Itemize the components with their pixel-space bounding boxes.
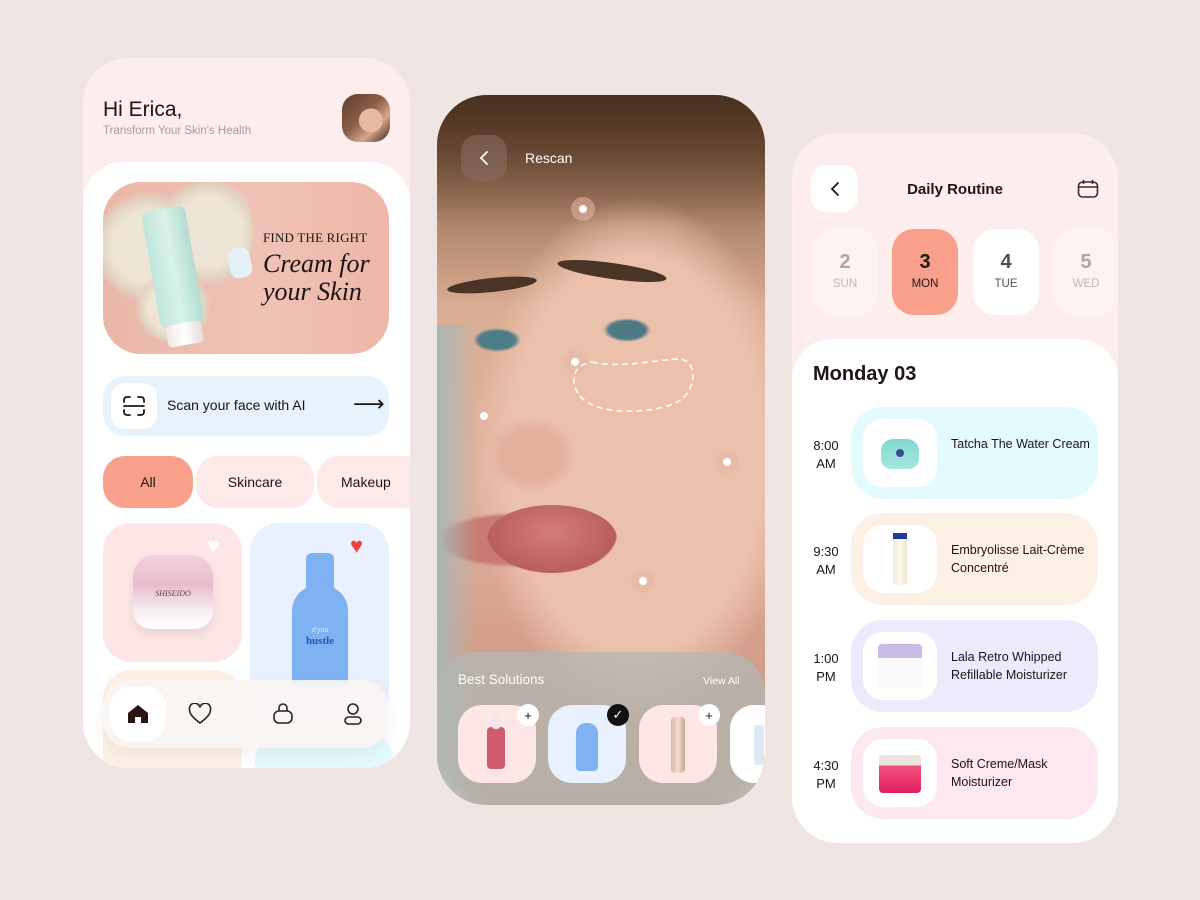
promo-banner[interactable]: FIND THE RIGHT Cream for your Skin <box>103 182 389 354</box>
day-label: TUE <box>994 278 1018 290</box>
scan-face-button[interactable]: Scan your face with AI ⟶ <box>103 376 389 436</box>
bag-icon <box>273 703 293 724</box>
home-icon <box>128 705 148 723</box>
dropper-cap <box>492 715 500 729</box>
day-number: 5 <box>1080 251 1092 273</box>
routine-time: 1:00 PM <box>813 651 839 684</box>
view-all-link[interactable]: View All <box>703 675 740 687</box>
photo-lips <box>487 505 617 573</box>
photo-brow <box>556 255 668 287</box>
routine-time: 9:30 AM <box>813 544 839 577</box>
product-thumbnail <box>863 419 937 487</box>
day-label: MON <box>911 278 939 290</box>
badge-glyph: ✓ <box>612 707 624 722</box>
routine-product-name: Tatcha The Water Cream <box>951 437 1090 451</box>
banner-headline: Cream for your Skin <box>263 249 370 306</box>
calendar-icon[interactable] <box>1077 179 1099 199</box>
product-card[interactable]: SHISEIDO ♥ <box>103 523 242 662</box>
day-tue[interactable]: 4 TUE <box>973 229 1039 315</box>
tube-image <box>893 533 907 585</box>
greeting: Hi Erica, <box>103 98 183 121</box>
scan-frame-icon <box>111 383 157 429</box>
routine-item[interactable]: Embryolisse Lait-Crème Concentré <box>851 513 1098 605</box>
chip-label: Skincare <box>227 474 283 490</box>
product-thumbnail <box>863 525 937 593</box>
routine-product-name: Embryolisse Lait-Crème Concentré <box>951 543 1085 575</box>
day-wed[interactable]: 5 WED <box>1053 229 1118 315</box>
chevron-left-icon <box>479 151 488 165</box>
solution-card[interactable] <box>730 705 765 783</box>
day-number: 2 <box>839 251 851 273</box>
heart-icon <box>188 703 212 725</box>
day-mon[interactable]: 3 MON <box>892 229 958 315</box>
day-heading: Monday 03 <box>813 363 917 385</box>
day-label: SUN <box>832 278 858 290</box>
routine-product-name: Lala Retro Whipped Refillable Moisturize… <box>951 650 1068 682</box>
category-chip-makeup[interactable]: Makeup <box>317 456 410 508</box>
chip-label: All <box>140 474 156 490</box>
jar-image <box>879 755 921 793</box>
heart-filled-icon[interactable]: ♥ <box>350 535 363 557</box>
day-sun[interactable]: 2 SUN <box>812 229 878 315</box>
product-image: d'you hustle <box>292 553 348 685</box>
product-thumbnail <box>863 632 937 700</box>
product-brand: d'you <box>311 627 329 634</box>
jar-logo <box>896 449 904 457</box>
best-solutions-panel: Best Solutions View All + ✓ + <box>437 652 765 805</box>
avatar[interactable] <box>342 94 390 142</box>
nav-home[interactable] <box>110 687 166 741</box>
product-name: hustle <box>305 635 335 647</box>
day-number: 3 <box>919 251 931 273</box>
scan-face-label: Scan your face with AI <box>167 397 306 413</box>
screen-title: Rescan <box>525 150 573 166</box>
routine-product-name: Soft Creme/Mask Moisturizer <box>951 757 1048 789</box>
day-number: 4 <box>1000 251 1012 273</box>
cc-cream-tube-image <box>671 717 685 773</box>
screen-title: Daily Routine <box>907 181 1003 198</box>
photo-brow <box>446 273 538 297</box>
badge-glyph: + <box>524 707 532 723</box>
routine-time: 4:30 PM <box>813 758 839 791</box>
nav-bag[interactable] <box>269 700 297 728</box>
chip-label: Makeup <box>341 474 391 490</box>
scan-area-outline <box>573 358 694 412</box>
product-brand: SHISEIDO <box>155 589 191 598</box>
category-chip-skincare[interactable]: Skincare <box>196 456 314 508</box>
heart-icon[interactable]: ♥ <box>207 535 220 557</box>
check-icon[interactable]: ✓ <box>607 704 629 726</box>
face-scan-screen: Rescan Best Solutions View All + ✓ + <box>437 95 765 805</box>
jar-image <box>878 644 922 688</box>
routine-item[interactable]: Tatcha The Water Cream <box>851 407 1098 499</box>
routine-item[interactable]: Lala Retro Whipped Refillable Moisturize… <box>851 620 1098 712</box>
back-button[interactable] <box>461 135 507 181</box>
profile-icon <box>344 703 362 725</box>
greeting-subtitle: Transform Your Skin's Health <box>103 125 252 137</box>
scan-point[interactable] <box>631 569 655 593</box>
tube-cap <box>893 533 907 539</box>
arrow-right-icon: ⟶ <box>353 391 385 416</box>
product-thumbnail <box>863 739 937 807</box>
add-icon[interactable]: + <box>517 704 539 726</box>
scan-point[interactable] <box>571 197 595 221</box>
day-label: WED <box>1072 278 1100 290</box>
nav-profile[interactable] <box>339 700 367 728</box>
scan-point[interactable] <box>472 404 496 428</box>
scan-point[interactable] <box>715 450 739 474</box>
bottom-nav <box>103 680 389 748</box>
solutions-title: Best Solutions <box>458 672 545 687</box>
blue-bottle-image <box>576 723 598 771</box>
daily-routine-screen: Daily Routine 2 SUN 3 MON 4 TUE 5 WED Monday… <box>792 133 1118 843</box>
routine-time: 8:00 AM <box>813 438 839 471</box>
banner-kicker: FIND THE RIGHT <box>263 230 368 245</box>
nav-favorites[interactable] <box>186 700 214 728</box>
badge-glyph: + <box>705 707 713 723</box>
home-screen: Hi Erica, Transform Your Skin's Health F… <box>83 58 410 768</box>
add-icon[interactable]: + <box>698 704 720 726</box>
category-chip-all[interactable]: All <box>103 456 193 508</box>
product-image <box>754 725 764 765</box>
product-image: SHISEIDO <box>133 555 213 629</box>
serum-bottle-image <box>487 727 505 769</box>
routine-item[interactable]: Soft Creme/Mask Moisturizer <box>851 727 1098 819</box>
